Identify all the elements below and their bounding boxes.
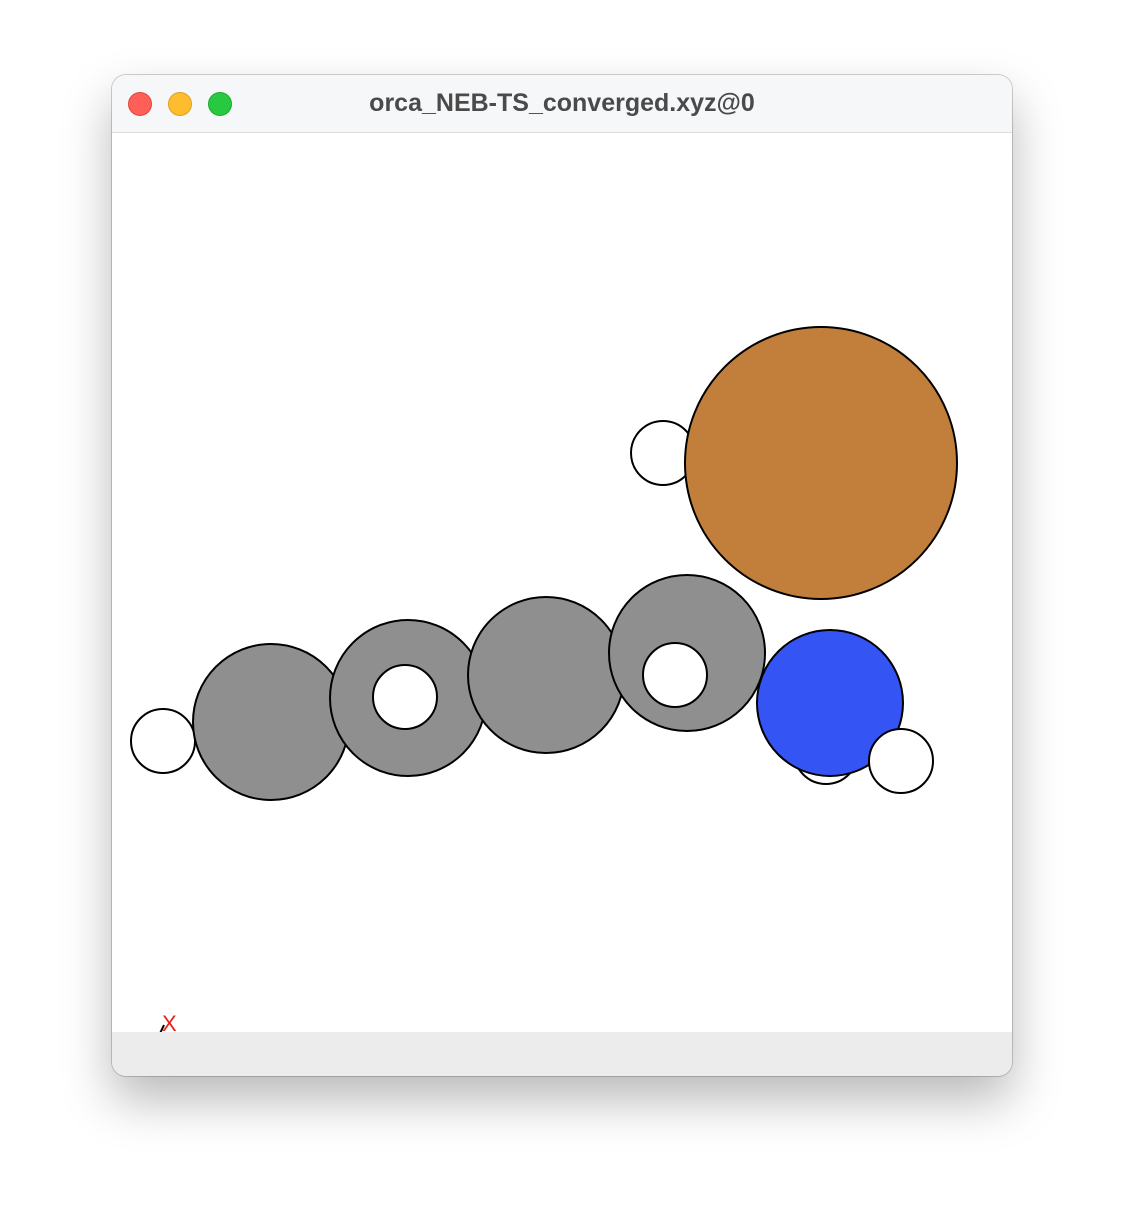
copper-atom-12[interactable]	[684, 326, 958, 600]
status-bar	[112, 1032, 1012, 1076]
carbon-atom-5[interactable]	[467, 596, 625, 754]
molecule-canvas[interactable]: X Y Z	[112, 133, 1012, 1032]
hydrogen-atom-10[interactable]	[642, 642, 708, 708]
atoms-group	[130, 326, 958, 801]
axis-indicator: X Y Z	[159, 1011, 177, 1032]
hydrogen-atom-4[interactable]	[372, 664, 438, 730]
window-title: orca_NEB-TS_converged.xyz@0	[369, 89, 755, 117]
molecule-viewport[interactable]: X Y Z	[112, 133, 1012, 1032]
hydrogen-atom-8[interactable]	[868, 728, 934, 794]
axis-x-label: X	[162, 1011, 177, 1032]
title-bar[interactable]: orca_NEB-TS_converged.xyz@0	[112, 75, 1012, 133]
hydrogen-atom-1[interactable]	[130, 708, 196, 774]
app-window: orca_NEB-TS_converged.xyz@0 X Y Z	[112, 75, 1012, 1076]
carbon-atom-2[interactable]	[192, 643, 350, 801]
